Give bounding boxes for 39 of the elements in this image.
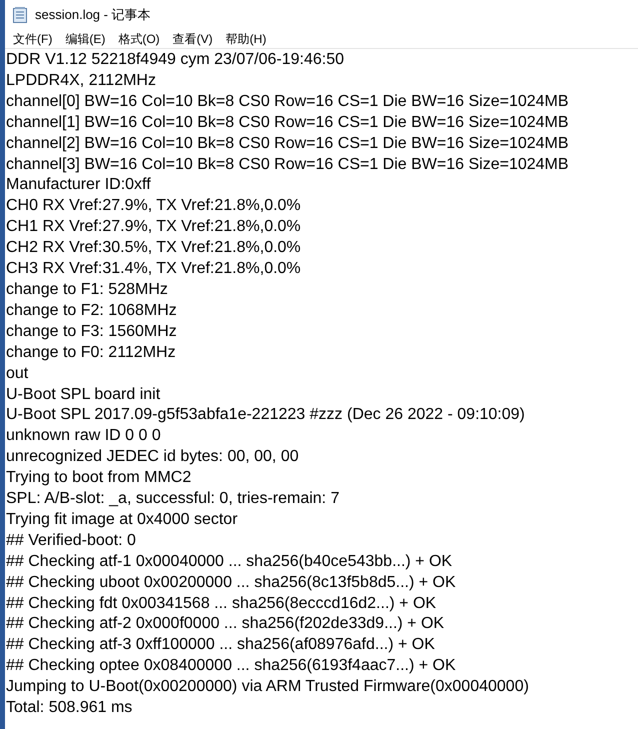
text-line: Trying to boot from MMC2: [6, 468, 192, 488]
text-line: ## Checking fdt 0x00341568 ... sha256(8ecccd16d2...) + OK: [6, 594, 438, 614]
text-line: unknown raw ID 0 0 0: [6, 426, 162, 446]
text-line: Jumping to U-Boot(0x00200000) via ARM Trusted Firmware(0x00040000): [6, 677, 530, 698]
text-line: LPDDR4X, 2112MHz: [6, 70, 157, 91]
window-title: session.log - 记事本: [35, 6, 151, 24]
text-line: CH2 RX Vref:30.5%, TX Vref:21.8%,0.0%: [6, 238, 302, 258]
notepad-icon: [13, 7, 27, 23]
text-line: change to F0: 2112MHz: [6, 342, 177, 363]
text-line: U-Boot SPL board init: [6, 384, 162, 404]
text-line: Manufacturer ID:0xff: [6, 175, 152, 196]
menu-item[interactable]: 格式(O): [113, 30, 165, 48]
text-line: change to F2: 1068MHz: [6, 300, 178, 321]
text-line: channel[3] BW=16 Col=10 Bk=8 CS0 Row=16 CS=1 Die BW=16 Size=1024MB: [6, 154, 570, 175]
text-line: SPL: A/B-slot: _a, successful: 0, tries-remain: 7: [6, 489, 340, 510]
text-line: channel[0] BW=16 Col=10 Bk=8 CS0 Row=16 CS=1 Die BW=16 Size=1024MB: [6, 92, 570, 112]
text-line: DDR V1.12 52218f4949 cym 23/07/06-19:46:50: [6, 50, 346, 70]
text-line: channel[1] BW=16 Col=10 Bk=8 CS0 Row=16 CS=1 Die BW=16 Size=1024MB: [6, 112, 570, 133]
text-line: channel[2] BW=16 Col=10 Bk=8 CS0 Row=16 CS=1 Die BW=16 Size=1024MB: [6, 134, 570, 154]
menu-item[interactable]: 文件(F): [8, 30, 58, 48]
text-line: ## Checking optee 0x08400000 ... sha256(6193f4aac7...) + OK: [6, 656, 457, 676]
text-line: U-Boot SPL 2017.09-g5f53abfa1e-221223 #zzz (Dec 26 2022 - 09:10:09): [6, 405, 526, 426]
menu-item[interactable]: 编辑(E): [60, 30, 110, 48]
menu-item[interactable]: 查看(V): [168, 30, 218, 48]
text-line: ## Checking atf-2 0x000f0000 ... sha256(f202de33d9...) + OK: [6, 614, 446, 634]
text-line: ## Verified-boot: 0: [6, 530, 137, 551]
text-line: out: [6, 364, 30, 384]
text-line: change to F3: 1560MHz: [6, 322, 178, 342]
text-line: CH3 RX Vref:31.4%, TX Vref:21.8%,0.0%: [6, 259, 302, 280]
text-line: ## Checking uboot 0x00200000 ... sha256(8c13f5b8d5...) + OK: [6, 572, 457, 593]
text-line: CH1 RX Vref:27.9%, TX Vref:21.8%,0.0%: [6, 217, 302, 238]
text-line: Trying fit image at 0x4000 sector: [6, 510, 239, 530]
text-line: CH0 RX Vref:27.9%, TX Vref:21.8%,0.0%: [6, 196, 302, 216]
text-line: unrecognized JEDEC id bytes: 00, 00, 00: [6, 447, 300, 468]
menu-item[interactable]: 帮助(H): [220, 30, 272, 48]
text-line: ## Checking atf-1 0x00040000 ... sha256(b40ce543bb...) + OK: [6, 552, 454, 572]
text-line: Total: 508.961 ms: [6, 698, 134, 718]
text-line: change to F1: 528MHz: [6, 280, 169, 300]
text-line: ## Checking atf-3 0xff100000 ... sha256(af08976afd...) + OK: [6, 635, 436, 656]
